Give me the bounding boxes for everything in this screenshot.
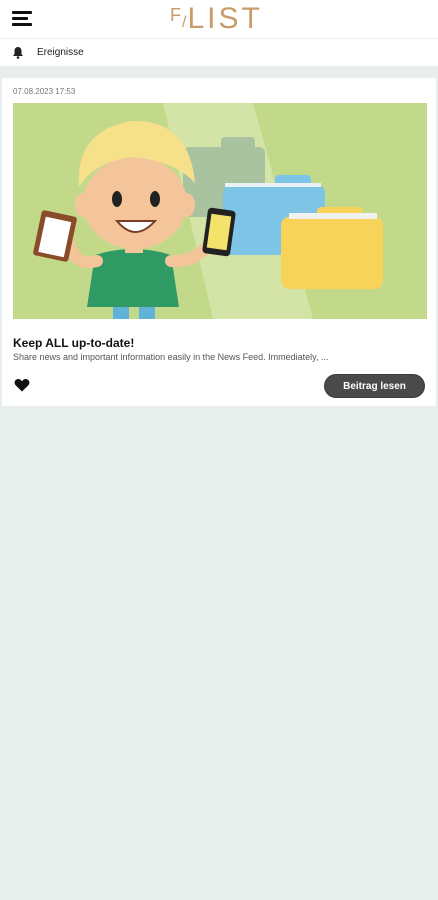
bell-icon — [13, 47, 23, 59]
heart-icon[interactable] — [14, 378, 30, 392]
post-excerpt: Share news and important information eas… — [13, 352, 329, 362]
post-illustration — [13, 103, 427, 319]
read-post-button[interactable]: Beitrag lesen — [324, 374, 425, 398]
hamburger-menu-icon[interactable] — [12, 11, 32, 27]
post-date: 07.08.2023 17:53 — [13, 87, 76, 96]
app-logo: F / LIST — [170, 2, 263, 35]
filter-label: Ereignisse — [37, 47, 84, 58]
news-post-card[interactable]: 07.08.2023 17:53 Keep ALL up-to-date! Sh… — [2, 78, 436, 406]
post-title: Keep ALL up-to-date! — [13, 336, 135, 350]
category-filter-bar[interactable]: Ereignisse — [0, 38, 438, 66]
app-header: F / LIST — [0, 0, 438, 38]
